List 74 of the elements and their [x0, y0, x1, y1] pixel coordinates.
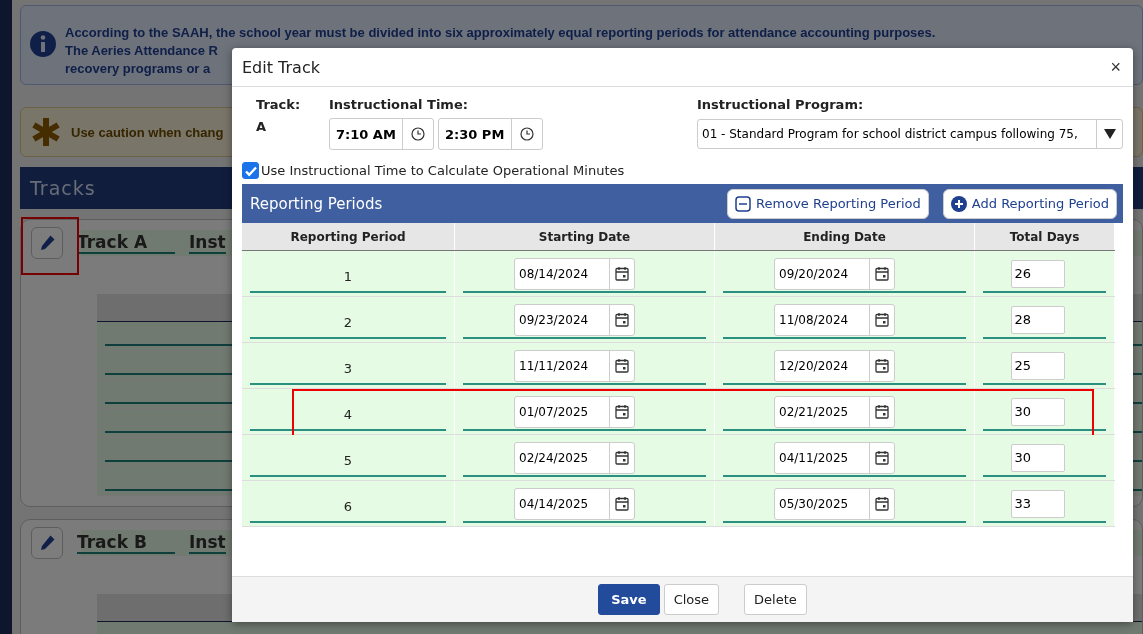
edit-button[interactable]: [31, 227, 63, 259]
period-number: 5: [343, 453, 353, 468]
calendar-icon: [615, 312, 629, 327]
track-value: A: [256, 118, 268, 136]
days-field[interactable]: 25: [1010, 351, 1065, 380]
field-label: Track:: [256, 96, 302, 114]
calendar-icon: [875, 358, 889, 373]
calendar-icon: [875, 496, 889, 511]
track-name: Track B: [77, 532, 175, 554]
date-field[interactable]: 02/24/2025: [514, 441, 635, 474]
date-field[interactable]: 05/30/2025: [774, 487, 895, 520]
calendar-icon: [615, 496, 629, 511]
info-text: recovery programs or a: [65, 60, 211, 78]
days-field[interactable]: 30: [1010, 443, 1065, 472]
pencil-icon: [38, 234, 56, 252]
period-number: 1: [343, 269, 353, 284]
days-field[interactable]: 30: [1010, 397, 1065, 426]
period-number: 6: [343, 499, 353, 514]
delete-button[interactable]: Delete: [744, 584, 807, 615]
calendar-icon: [875, 312, 889, 327]
save-button[interactable]: Save: [598, 584, 660, 615]
period-number: 2: [343, 315, 353, 330]
date-field[interactable]: 09/23/2024: [514, 303, 635, 336]
add-period-button[interactable]: Add Reporting Period: [942, 188, 1117, 219]
period-number: 3: [343, 361, 353, 376]
calendar-icon: [615, 266, 629, 281]
calendar-icon: [875, 266, 889, 281]
date-field[interactable]: 09/20/2024: [774, 257, 895, 290]
column-label: Inst: [189, 532, 226, 554]
column-header: Total Days: [975, 223, 1115, 250]
calendar-icon: [875, 450, 889, 465]
date-field[interactable]: 01/07/2025: [514, 395, 635, 428]
info-text: The Aeries Attendance R: [65, 42, 218, 60]
calendar-icon: [615, 450, 629, 465]
date-field[interactable]: 08/14/2024: [514, 257, 635, 290]
dialog-title: Edit Track: [242, 57, 320, 77]
close-button[interactable]: ×: [1108, 56, 1123, 78]
field-label: Instructional Time:: [329, 96, 469, 114]
days-field[interactable]: 28: [1010, 305, 1065, 334]
minus-icon: [735, 195, 752, 212]
clock-icon: [411, 127, 425, 141]
period-number: 4: [343, 407, 353, 422]
field-label: Instructional Program:: [697, 96, 865, 114]
calendar-icon: [875, 404, 889, 419]
column-header: Starting Date: [455, 223, 715, 250]
column-label: Inst: [189, 232, 226, 254]
close-button[interactable]: Close: [663, 584, 720, 615]
time-field[interactable]: 7:10 AM: [329, 118, 434, 150]
column-header: Reporting Period: [242, 223, 455, 250]
date-field[interactable]: 04/11/2025: [774, 441, 895, 474]
clock-icon: [520, 127, 534, 141]
checkbox[interactable]: [242, 162, 259, 179]
days-field[interactable]: 26: [1010, 259, 1065, 288]
calendar-icon: [615, 404, 629, 419]
asterisk-icon: [31, 117, 61, 147]
date-field[interactable]: 02/21/2025: [774, 395, 895, 428]
info-icon: [29, 30, 57, 58]
date-field[interactable]: 11/11/2024: [514, 349, 635, 382]
remove-period-button[interactable]: Remove Reporting Period: [727, 188, 929, 219]
calendar-icon: [615, 358, 629, 373]
caution-text: Use caution when chang: [71, 124, 224, 140]
plus-icon: [950, 195, 967, 212]
program-dropdown[interactable]: 01 - Standard Program for school district campus following 75,: [697, 119, 1123, 149]
date-field[interactable]: 11/08/2024: [774, 303, 895, 336]
date-field[interactable]: 12/20/2024: [774, 349, 895, 382]
pencil-icon: [38, 534, 56, 552]
column-header: Ending Date: [715, 223, 975, 250]
time-field[interactable]: 2:30 PM: [438, 118, 543, 150]
caret-icon: [1103, 129, 1116, 139]
track-name: Track A: [77, 232, 175, 254]
days-field[interactable]: 33: [1010, 489, 1065, 518]
info-text: According to the SAAH, the school year must be divided into six approximately equal reporting periods for attendance accounting purposes.: [65, 24, 936, 42]
edit-button[interactable]: [31, 527, 63, 559]
date-field[interactable]: 04/14/2025: [514, 487, 635, 520]
